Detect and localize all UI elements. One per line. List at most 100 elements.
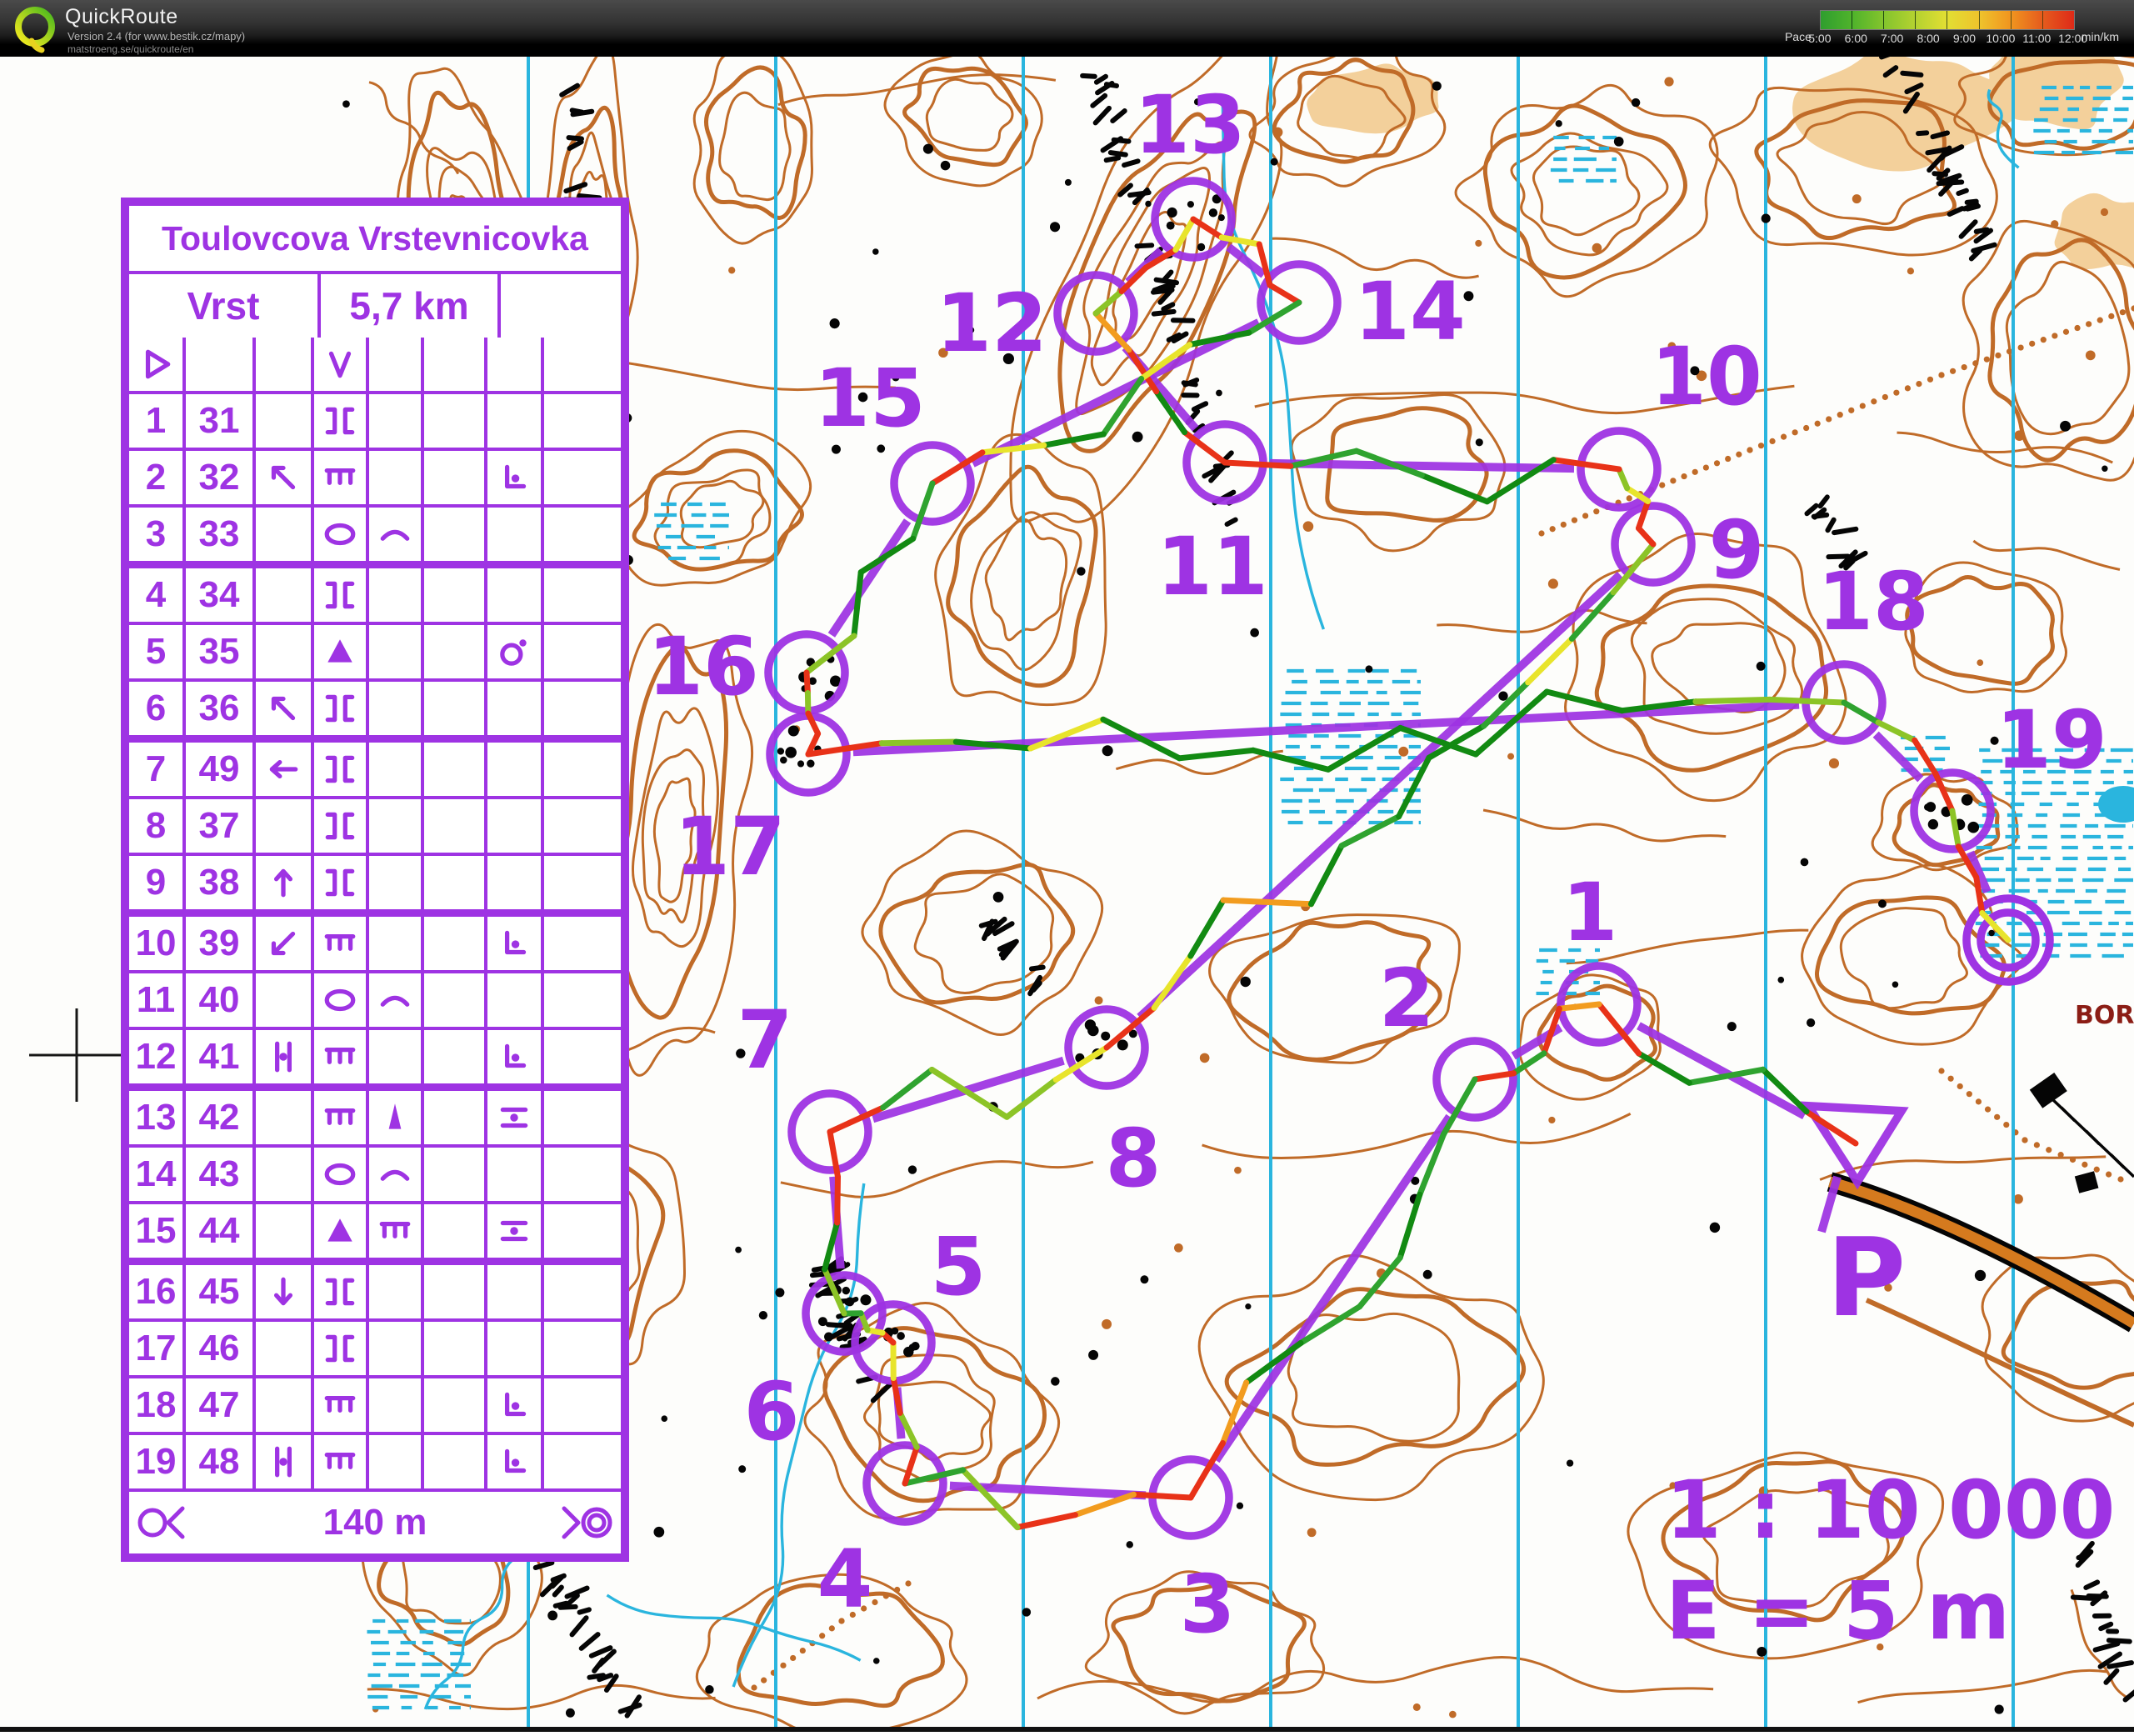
- symbol-cell-c: [252, 856, 311, 909]
- control-row: 333: [129, 504, 621, 561]
- symbol-cell-d: [311, 1091, 366, 1144]
- corner-dot-icon: [497, 926, 532, 961]
- dot-lines-icon: [497, 1213, 532, 1248]
- control-code-cell: 31: [182, 394, 252, 448]
- control-code: 47: [199, 1384, 240, 1426]
- symbol-cell-g: [484, 682, 541, 735]
- curve-icon: [377, 983, 412, 1018]
- pace-tick: 10:00: [1986, 32, 2015, 45]
- control-number-label-14: 14: [1354, 265, 1466, 358]
- control-number: 10: [136, 923, 177, 964]
- symbol-cell-d: [311, 625, 366, 678]
- symbol-cell-h: [541, 625, 621, 678]
- sheet-cell: [366, 338, 421, 391]
- corner-dot-icon: [497, 460, 532, 495]
- control-code: 46: [199, 1328, 240, 1369]
- control-code: 49: [199, 748, 240, 790]
- control-code: 31: [199, 400, 240, 442]
- symbol-cell-h: [541, 799, 621, 853]
- arrow-nw-icon: [266, 460, 301, 495]
- symbol-cell-c: [252, 451, 311, 504]
- symbol-cell-e: [366, 1030, 421, 1083]
- symbol-cell-f: [421, 1091, 484, 1144]
- symbol-cell-c: [252, 625, 311, 678]
- control-code: 39: [199, 923, 240, 964]
- control-number-cell: 11: [129, 973, 182, 1027]
- knoll-icon: [322, 1213, 357, 1248]
- control-code-cell: 35: [182, 625, 252, 678]
- symbol-cell-f: [421, 451, 484, 504]
- symbol-cell-c: [252, 568, 311, 622]
- symbol-cell-c: [252, 799, 311, 853]
- control-number-cell: 9: [129, 856, 182, 909]
- version-text: Version 2.4 (for www.bestik.cz/mapy): [67, 30, 245, 43]
- control-number-cell: 15: [129, 1204, 182, 1258]
- earthbank-icon: [322, 1100, 357, 1135]
- arrow-w-icon: [266, 752, 301, 787]
- control-number-cell: 19: [129, 1435, 182, 1488]
- control-row: [129, 338, 621, 391]
- between-bars-icon: [266, 1444, 301, 1479]
- symbol-cell-h: [541, 508, 621, 561]
- control-code-cell: 49: [182, 743, 252, 796]
- symbol-cell-f: [421, 1148, 484, 1201]
- symbol-cell-h: [541, 1378, 621, 1432]
- symbol-cell-d: [311, 1435, 366, 1488]
- pace-gradient-cell: [1821, 11, 1852, 29]
- control-row: 1544: [129, 1201, 621, 1258]
- symbol-cell-g: [484, 394, 541, 448]
- control-code: 41: [199, 1036, 240, 1078]
- symbol-cell-d: [311, 1148, 366, 1201]
- symbol-cell-h: [541, 1091, 621, 1144]
- symbol-cell-c: [252, 1148, 311, 1201]
- control-number-cell: 2: [129, 451, 182, 504]
- window-bottom-edge: [0, 1727, 2134, 1732]
- pace-gradient-cell: [1884, 11, 1916, 29]
- control-number: 16: [136, 1271, 177, 1313]
- symbol-cell-h: [541, 394, 621, 448]
- control-row: 434: [129, 561, 621, 622]
- control-row: 636: [129, 678, 621, 735]
- control-number-label-6: 6: [744, 1365, 800, 1458]
- arrow-n-icon: [266, 865, 301, 900]
- symbol-cell-c: [252, 1378, 311, 1432]
- arrow-s-icon: [266, 1274, 301, 1309]
- sheet-cell: [484, 338, 541, 391]
- control-row: 232: [129, 448, 621, 504]
- course-length: 5,7 km: [317, 274, 497, 338]
- symbol-cell-g: [484, 743, 541, 796]
- control-code-cell: 44: [182, 1204, 252, 1258]
- control-number-label-19: 19: [1996, 693, 2107, 787]
- control-number-label-13: 13: [1134, 78, 1246, 172]
- symbol-cell-h: [541, 743, 621, 796]
- symbol-cell-h: [541, 682, 621, 735]
- parking-label: P: [1827, 1214, 1906, 1341]
- control-code-cell: 41: [182, 1030, 252, 1083]
- pace-gradient-cell: [1916, 11, 1947, 29]
- symbol-cell-h: [541, 856, 621, 909]
- site-link-text[interactable]: matstroeng.se/quickroute/en: [67, 43, 193, 55]
- control-number: 14: [136, 1153, 177, 1195]
- ellipse-icon: [322, 517, 357, 552]
- symbol-cell-d: [311, 856, 366, 909]
- control-number: 13: [136, 1097, 177, 1138]
- control-code: 34: [199, 574, 240, 616]
- symbol-cell-c: [252, 1265, 311, 1318]
- symbol-cell-d: [311, 743, 366, 796]
- symbol-cell-h: [541, 451, 621, 504]
- symbol-cell-g: [484, 1148, 541, 1201]
- control-row: 535: [129, 622, 621, 678]
- reentrant-icon: [322, 865, 357, 900]
- reentrant-icon: [322, 1274, 357, 1309]
- symbol-cell-g: [484, 973, 541, 1027]
- control-number: 19: [136, 1441, 177, 1483]
- symbol-cell-c: [252, 743, 311, 796]
- symbol-cell-h: [541, 1265, 621, 1318]
- symbol-cell-d: [311, 1030, 366, 1083]
- symbol-cell-f: [421, 1322, 484, 1375]
- pace-tick: 5:00: [1808, 32, 1831, 45]
- control-number: 2: [146, 457, 166, 498]
- pace-gradient-cell: [2043, 11, 2074, 29]
- curve-icon: [377, 1157, 412, 1192]
- symbol-cell-g: [484, 1091, 541, 1144]
